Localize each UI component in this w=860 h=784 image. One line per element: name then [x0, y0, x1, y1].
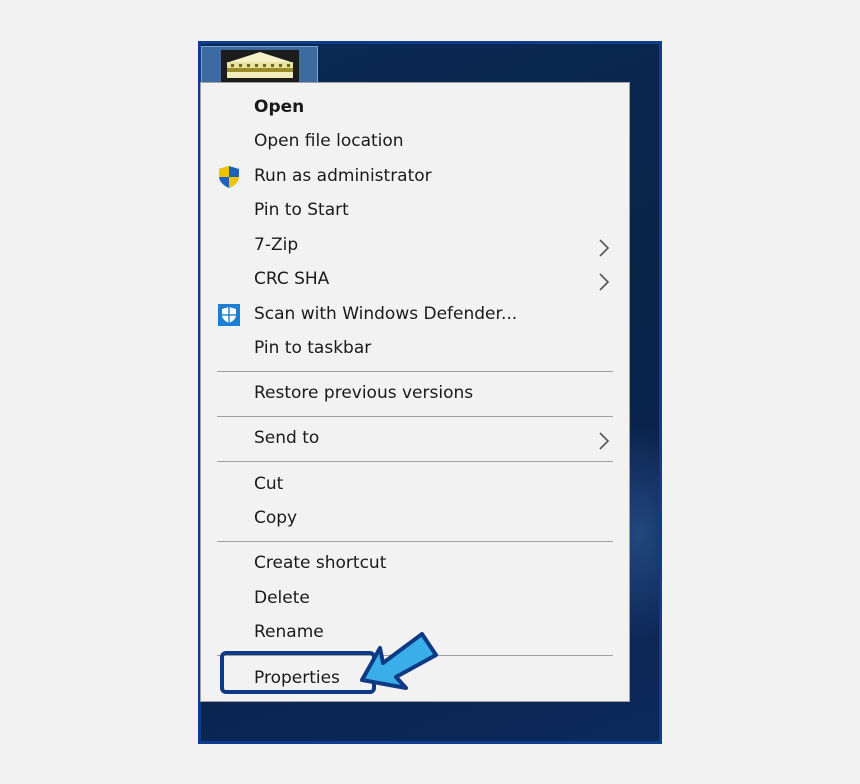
menu-item-label: Run as administrator: [254, 166, 432, 186]
menu-item-label: CRC SHA: [254, 269, 330, 289]
application-icon: [221, 50, 299, 84]
chevron-right-icon: [597, 429, 611, 450]
menu-item-label: Scan with Windows Defender...: [254, 304, 518, 324]
menu-item-restore-previous-versions[interactable]: Restore previous versions: [201, 376, 629, 410]
windows-defender-icon: [217, 303, 241, 327]
menu-separator: [217, 416, 613, 417]
menu-item-open-file-location[interactable]: Open file location: [201, 124, 629, 158]
menu-item-create-shortcut[interactable]: Create shortcut: [201, 546, 629, 580]
menu-item-label: Cut: [254, 474, 284, 494]
menu-item-send-to[interactable]: Send to: [201, 421, 629, 455]
menu-item-pin-to-start[interactable]: Pin to Start: [201, 193, 629, 227]
menu-separator: [217, 541, 613, 542]
menu-item-copy[interactable]: Copy: [201, 501, 629, 535]
menu-item-label: Restore previous versions: [254, 383, 474, 403]
menu-item-label: Rename: [254, 622, 324, 642]
menu-separator: [217, 461, 613, 462]
desktop-shortcut[interactable]: [201, 46, 318, 86]
uac-shield-icon: [217, 165, 241, 189]
menu-item-label: Copy: [254, 508, 298, 528]
menu-separator: [217, 371, 613, 372]
menu-item-pin-to-taskbar[interactable]: Pin to taskbar: [201, 331, 629, 365]
menu-item-crc-sha[interactable]: CRC SHA: [201, 262, 629, 296]
properties-highlight-outline: [220, 651, 376, 694]
menu-item-label: Delete: [254, 588, 310, 608]
menu-item-label: 7-Zip: [254, 235, 299, 255]
menu-item-run-as-administrator[interactable]: Run as administrator: [201, 159, 629, 193]
menu-item-label: Pin to taskbar: [254, 338, 372, 358]
menu-item-cut[interactable]: Cut: [201, 467, 629, 501]
menu-item-label: Create shortcut: [254, 553, 387, 573]
pointer-arrow-icon: [360, 632, 438, 690]
chevron-right-icon: [597, 270, 611, 291]
context-menu: Open Open file location Run as administr…: [200, 82, 630, 702]
menu-item-label: Pin to Start: [254, 200, 349, 220]
menu-item-scan-with-windows-defender[interactable]: Scan with Windows Defender...: [201, 297, 629, 331]
menu-item-label: Open: [254, 97, 305, 117]
menu-item-delete[interactable]: Delete: [201, 581, 629, 615]
chevron-right-icon: [597, 236, 611, 257]
menu-item-7-zip[interactable]: 7-Zip: [201, 228, 629, 262]
menu-item-label: Send to: [254, 428, 320, 448]
menu-item-label: Open file location: [254, 131, 404, 151]
menu-item-open[interactable]: Open: [201, 90, 629, 124]
